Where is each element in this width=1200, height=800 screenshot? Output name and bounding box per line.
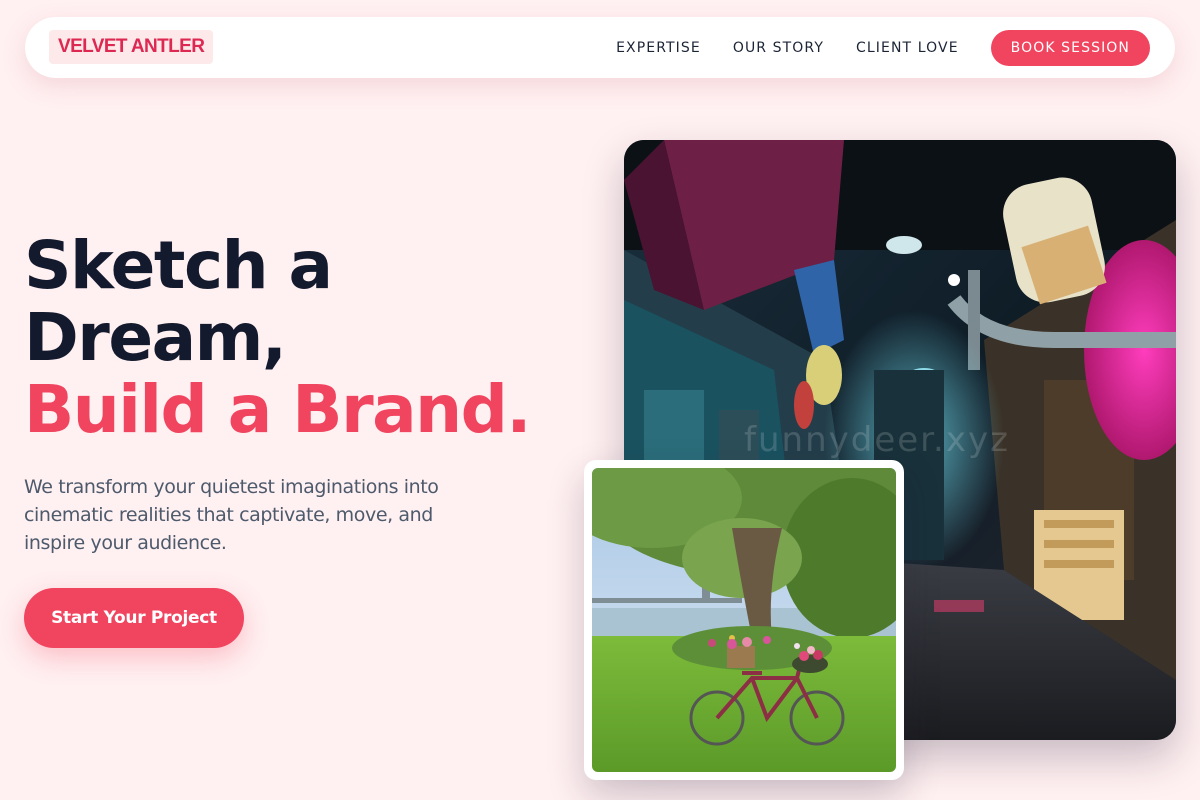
nav-link-expertise[interactable]: EXPERTISE bbox=[616, 40, 701, 56]
hero-subtext: We transform your quietest imaginations … bbox=[24, 476, 439, 554]
headline-line-2: Dream, bbox=[24, 299, 287, 376]
headline-accent: Build a Brand. bbox=[24, 371, 531, 448]
image-watermark: funnydeer.xyz bbox=[744, 420, 1010, 460]
hero-headline: Sketch a Dream, Build a Brand. bbox=[24, 230, 584, 446]
nav-links: EXPERTISE OUR STORY CLIENT LOVE BOOK SES… bbox=[584, 17, 1150, 78]
page: VELVET ANTLER EXPERTISE OUR STORY CLIENT… bbox=[0, 0, 1200, 800]
bicycle-photo-card bbox=[584, 460, 904, 780]
book-session-button[interactable]: BOOK SESSION bbox=[990, 29, 1150, 66]
nav-link-client-love[interactable]: CLIENT LOVE bbox=[856, 40, 959, 56]
headline-line-1: Sketch a bbox=[24, 227, 333, 304]
top-navbar: VELVET ANTLER EXPERTISE OUR STORY CLIENT… bbox=[25, 17, 1175, 78]
start-project-button[interactable]: Start Your Project bbox=[24, 588, 244, 648]
bicycle-photo bbox=[592, 468, 896, 772]
bicycle-image bbox=[592, 468, 896, 772]
brand-logo[interactable]: VELVET ANTLER bbox=[49, 30, 214, 64]
nav-link-our-story[interactable]: OUR STORY bbox=[733, 40, 824, 56]
